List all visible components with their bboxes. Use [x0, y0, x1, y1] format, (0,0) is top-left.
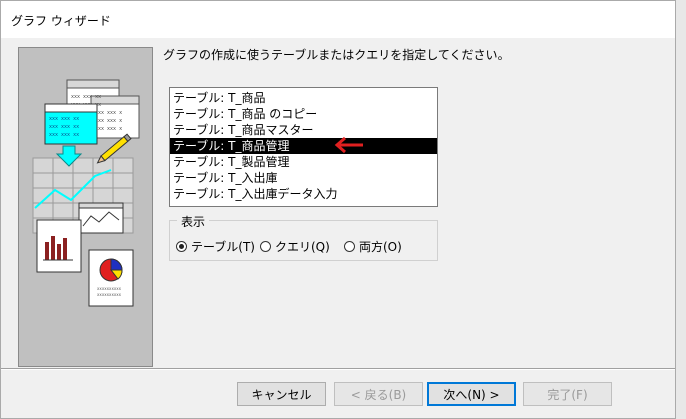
radio-query-circle[interactable] — [260, 241, 271, 252]
svg-text:xxx xxx x: xxx xxx x — [95, 110, 122, 116]
cancel-button[interactable]: キャンセル — [237, 382, 326, 406]
footer-separator — [1, 368, 675, 370]
radio-table[interactable]: テーブル(T) — [176, 238, 255, 255]
list-item[interactable]: テーブル: T_商品 のコピー — [170, 106, 437, 122]
chart-wizard-graphic: xxx xxx xx xx x xx x xx x xx x xx x x xx x xx … — [32, 79, 140, 307]
list-item[interactable]: テーブル: T_入出庫データ入力 — [170, 186, 437, 202]
svg-text:xxx xxx x: xxx xxx x — [95, 126, 122, 132]
radio-both-label: 両方(O) — [359, 240, 402, 254]
list-item[interactable]: テーブル: T_商品マスター — [170, 122, 437, 138]
back-button[interactable]: < 戻る(B) — [334, 382, 423, 406]
svg-text:xxx xxx xx: xxx xxx xx — [49, 132, 79, 138]
view-group-legend: 表示 — [177, 213, 210, 230]
list-item[interactable]: テーブル: T_製品管理 — [170, 154, 437, 170]
radio-table-circle[interactable] — [176, 241, 187, 252]
radio-query[interactable]: クエリ(Q) — [260, 238, 330, 255]
title-bar: グラフ ウィザード — [1, 1, 675, 38]
list-item[interactable]: テーブル: T_商品管理 — [170, 138, 437, 154]
instruction-text: グラフの作成に使うテーブルまたはクエリを指定してください。 — [163, 48, 510, 62]
finish-button[interactable]: 完了(F) — [523, 382, 612, 406]
radio-both-circle[interactable] — [344, 241, 355, 252]
list-item[interactable]: テーブル: T_商品 — [170, 90, 437, 106]
listbox-items: テーブル: T_商品 テーブル: T_商品 のコピー テーブル: T_商品マスターテ… — [170, 88, 437, 202]
svg-text:xxx xxx x: xxx xxx x — [95, 118, 122, 124]
view-groupbox: 表示 テーブル(T) クエリ(Q) 両方(O) — [169, 213, 438, 261]
svg-text:xxx xxx xx: xxx xxx xx — [49, 116, 79, 122]
dialog-title: グラフ ウィザード — [11, 14, 111, 28]
list-item[interactable]: テーブル: T_入出庫 — [170, 170, 437, 186]
table-query-listbox[interactable]: テーブル: T_商品 テーブル: T_商品 のコピー テーブル: T_商品マスターテ… — [169, 87, 438, 207]
chart-wizard-dialog: グラフ ウィザード xxx xxx xx xx xxx xxx x xxx xx… — [0, 0, 676, 419]
svg-text:xxx xxx xx: xxx xxx xx — [71, 94, 101, 100]
radio-table-label: テーブル(T) — [191, 240, 255, 254]
red-arrow-icon — [334, 136, 363, 154]
radio-both[interactable]: 両方(O) — [344, 238, 402, 255]
wizard-illustration: xxx xxx xx xx x xx x xx x xx x xx x x xx x xx … — [18, 47, 153, 367]
svg-text:xxxxxxxxxx: xxxxxxxxxx — [97, 286, 122, 291]
next-button[interactable]: 次へ(N) > — [427, 382, 516, 406]
svg-text:xxxxxxxxxx: xxxxxxxxxx — [97, 292, 122, 297]
svg-text:xxx xxx xx: xxx xxx xx — [49, 124, 79, 130]
radio-query-label: クエリ(Q) — [275, 240, 330, 254]
